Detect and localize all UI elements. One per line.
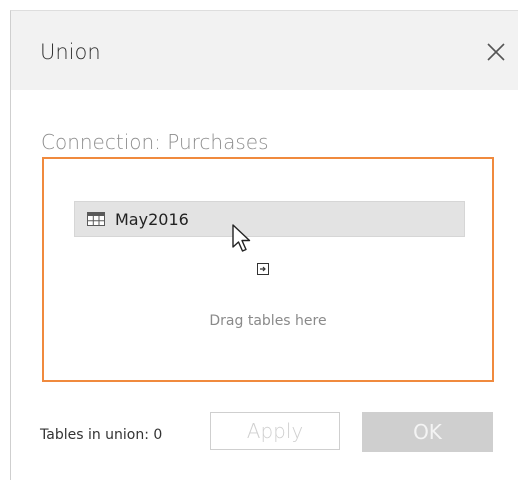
table-grid-icon bbox=[87, 212, 105, 226]
dialog-title: Union bbox=[40, 40, 101, 64]
tables-in-union-count: Tables in union: 0 bbox=[40, 427, 163, 443]
connection-label: Connection: Purchases bbox=[41, 130, 269, 154]
apply-button[interactable]: Apply bbox=[210, 412, 340, 450]
drop-add-icon bbox=[257, 263, 269, 275]
drop-hint: Drag tables here bbox=[209, 313, 327, 329]
ok-button[interactable]: OK bbox=[362, 412, 493, 452]
pointer-cursor-icon bbox=[232, 224, 251, 252]
union-dialog: Union Connection: Purchases May2016 Drag… bbox=[10, 10, 518, 480]
close-icon[interactable] bbox=[485, 41, 507, 63]
dialog-titlebar: Union bbox=[11, 11, 518, 90]
table-drop-zone[interactable]: May2016 Drag tables here bbox=[42, 157, 494, 382]
table-name: May2016 bbox=[115, 209, 189, 229]
dragged-table-item[interactable]: May2016 bbox=[74, 201, 465, 237]
